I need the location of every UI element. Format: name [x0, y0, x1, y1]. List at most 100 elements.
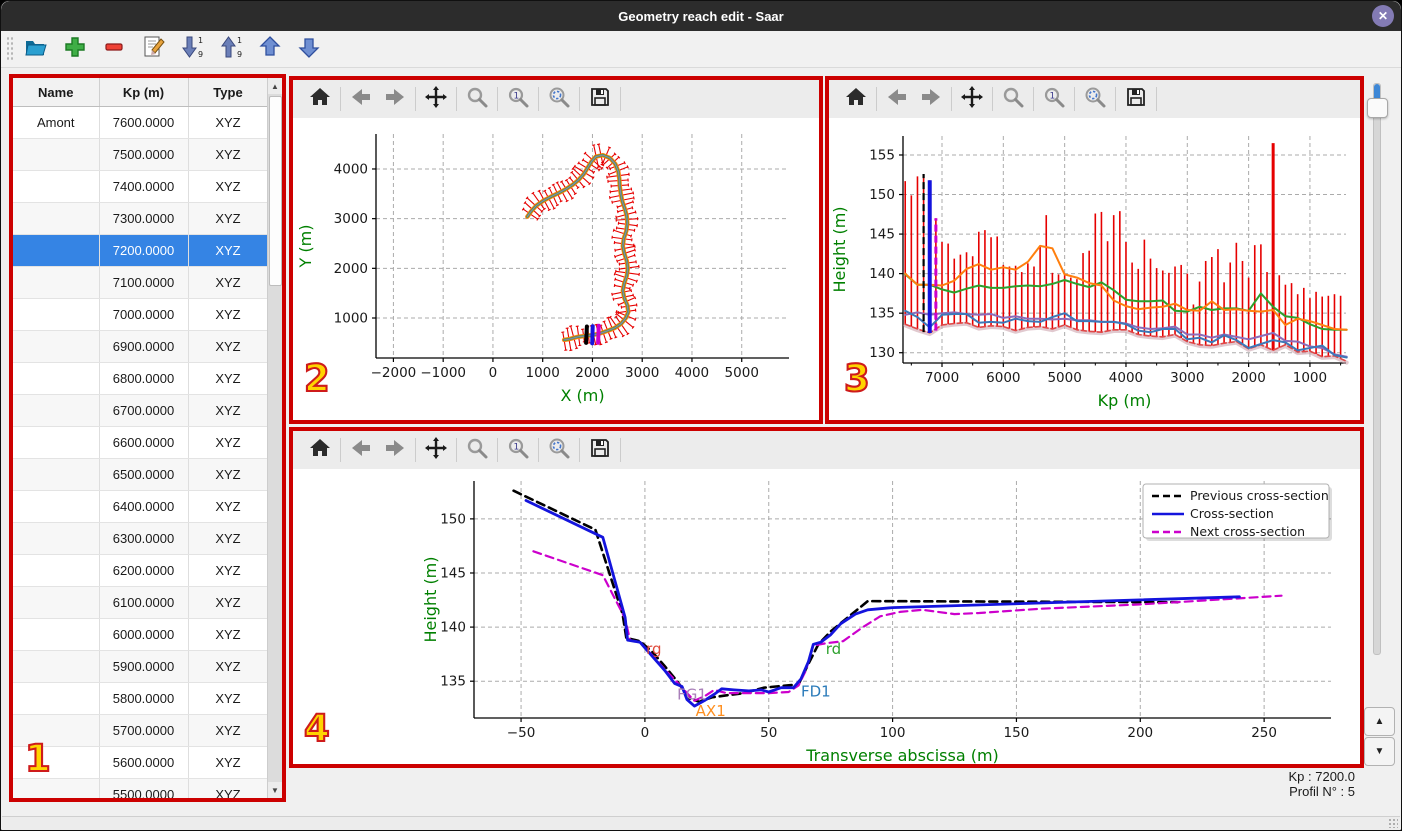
open-button[interactable]	[19, 34, 52, 64]
zoom-button[interactable]	[460, 435, 494, 465]
move-down-button[interactable]	[292, 34, 325, 64]
table-cell[interactable]: XYZ	[188, 394, 269, 427]
table-cell[interactable]	[13, 618, 100, 651]
title-bar[interactable]: Geometry reach edit - Saar ✕	[1, 1, 1401, 31]
move-up-button[interactable]	[253, 34, 286, 64]
table-cell[interactable]: XYZ	[188, 362, 269, 395]
scroll-up-arrow[interactable]: ▲	[268, 78, 282, 94]
profile-down-button[interactable]: ▼	[1364, 737, 1395, 766]
cross-section-chart[interactable]: −50 0 50 100 150 200 250 135 140 145 150 Transverse…	[293, 469, 1360, 764]
table-row[interactable]: 7000.0000 XYZ	[13, 298, 269, 331]
save-figure-button[interactable]	[583, 84, 617, 114]
table-cell[interactable]	[13, 682, 100, 715]
table-cell[interactable]: XYZ	[188, 266, 269, 299]
table-cell[interactable]	[13, 650, 100, 683]
table-cell[interactable]	[13, 778, 100, 798]
table-cell[interactable]	[13, 490, 100, 523]
table-cell[interactable]: 7300.0000	[99, 202, 189, 235]
profile-up-button[interactable]: ▲	[1364, 707, 1395, 736]
table-cell[interactable]: 6900.0000	[99, 330, 189, 363]
table-row[interactable]: 6800.0000 XYZ	[13, 362, 269, 395]
pan-button[interactable]	[419, 84, 453, 114]
table-row[interactable]: 7300.0000 XYZ	[13, 202, 269, 235]
zoom-original-button[interactable]: 1	[1037, 84, 1071, 114]
table-cell[interactable]	[13, 522, 100, 555]
table-row[interactable]: 7500.0000 XYZ	[13, 138, 269, 171]
zoom-original-button[interactable]: 1	[501, 84, 535, 114]
table-cell[interactable]	[13, 266, 100, 299]
table-row[interactable]: 7400.0000 XYZ	[13, 170, 269, 203]
table-cell[interactable]: 6300.0000	[99, 522, 189, 555]
close-button[interactable]: ✕	[1372, 5, 1394, 27]
table-cell[interactable]: XYZ	[188, 426, 269, 459]
table-cell[interactable]: XYZ	[188, 234, 269, 267]
table-cell[interactable]	[13, 202, 100, 235]
table-cell[interactable]	[13, 586, 100, 619]
table-cell[interactable]: XYZ	[188, 298, 269, 331]
profile-slider-track[interactable]	[1373, 83, 1381, 655]
table-row[interactable]: 5700.0000 XYZ	[13, 714, 269, 747]
table-cell[interactable]: 7500.0000	[99, 138, 189, 171]
table-row[interactable]: 7100.0000 XYZ	[13, 266, 269, 299]
table-cell[interactable]: 5600.0000	[99, 746, 189, 779]
table-cell[interactable]: 5900.0000	[99, 650, 189, 683]
back-button[interactable]	[344, 84, 378, 114]
table-cell[interactable]: XYZ	[188, 458, 269, 491]
table-cell[interactable]: 6700.0000	[99, 394, 189, 427]
table-cell[interactable]: 6000.0000	[99, 618, 189, 651]
save-figure-button[interactable]	[583, 435, 617, 465]
table-cell[interactable]: 6500.0000	[99, 458, 189, 491]
profile-slider-handle[interactable]	[1367, 98, 1388, 118]
table-row[interactable]: Amont 7600.0000 XYZ	[13, 106, 269, 139]
zoom-fit-button[interactable]	[1078, 84, 1112, 114]
table-cell[interactable]: 7000.0000	[99, 298, 189, 331]
forward-button[interactable]	[378, 84, 412, 114]
table-cell[interactable]: XYZ	[188, 554, 269, 587]
table-row[interactable]: 5600.0000 XYZ	[13, 746, 269, 779]
scrollbar-thumb[interactable]	[269, 96, 282, 286]
table-cell[interactable]: 5700.0000	[99, 714, 189, 747]
zoom-fit-button[interactable]	[542, 84, 576, 114]
pan-button[interactable]	[419, 435, 453, 465]
table-cell[interactable]	[13, 554, 100, 587]
zoom-button[interactable]	[996, 84, 1030, 114]
home-button[interactable]	[303, 435, 337, 465]
back-button[interactable]	[344, 435, 378, 465]
table-cell[interactable]: XYZ	[188, 106, 269, 139]
table-cell[interactable]	[13, 394, 100, 427]
toolbar-drag-handle[interactable]	[6, 36, 13, 62]
table-cell[interactable]: 6800.0000	[99, 362, 189, 395]
table-cell[interactable]: XYZ	[188, 170, 269, 203]
home-button[interactable]	[839, 84, 873, 114]
edit-profile-button[interactable]	[136, 34, 169, 64]
table-row[interactable]: 6500.0000 XYZ	[13, 458, 269, 491]
remove-profile-button[interactable]	[97, 34, 130, 64]
table-cell[interactable]: XYZ	[188, 778, 269, 798]
table-cell[interactable]	[13, 458, 100, 491]
table-cell[interactable]: 6100.0000	[99, 586, 189, 619]
forward-button[interactable]	[914, 84, 948, 114]
table-cell[interactable]: 6400.0000	[99, 490, 189, 523]
longitudinal-profile-chart[interactable]: 7000 6000 5000 4000 3000 2000 1000 130 135 140 145…	[829, 118, 1360, 420]
table-row[interactable]: 6900.0000 XYZ	[13, 330, 269, 363]
table-cell[interactable]: 6200.0000	[99, 554, 189, 587]
table-row[interactable]: 7200.0000 XYZ	[13, 234, 269, 267]
save-figure-button[interactable]	[1119, 84, 1153, 114]
plan-view-chart[interactable]: −2000 −1000 0 1000 2000 3000 4000 5000 1000 2000 3…	[293, 118, 819, 420]
table-cell[interactable]: XYZ	[188, 522, 269, 555]
sort-ascending-button[interactable]: 19	[214, 34, 247, 64]
column-header-name[interactable]: Name	[13, 78, 100, 107]
table-row[interactable]: 5800.0000 XYZ	[13, 682, 269, 715]
home-button[interactable]	[303, 84, 337, 114]
add-profile-button[interactable]	[58, 34, 91, 64]
table-cell[interactable]: 7400.0000	[99, 170, 189, 203]
table-cell[interactable]: XYZ	[188, 682, 269, 715]
zoom-fit-button[interactable]	[542, 435, 576, 465]
table-cell[interactable]: Amont	[13, 106, 100, 139]
table-cell[interactable]: 7600.0000	[99, 106, 189, 139]
table-row[interactable]: 5500.0000 XYZ	[13, 778, 269, 798]
table-cell[interactable]: XYZ	[188, 746, 269, 779]
table-row[interactable]: 6400.0000 XYZ	[13, 490, 269, 523]
table-cell[interactable]: XYZ	[188, 490, 269, 523]
table-row[interactable]: 6600.0000 XYZ	[13, 426, 269, 459]
